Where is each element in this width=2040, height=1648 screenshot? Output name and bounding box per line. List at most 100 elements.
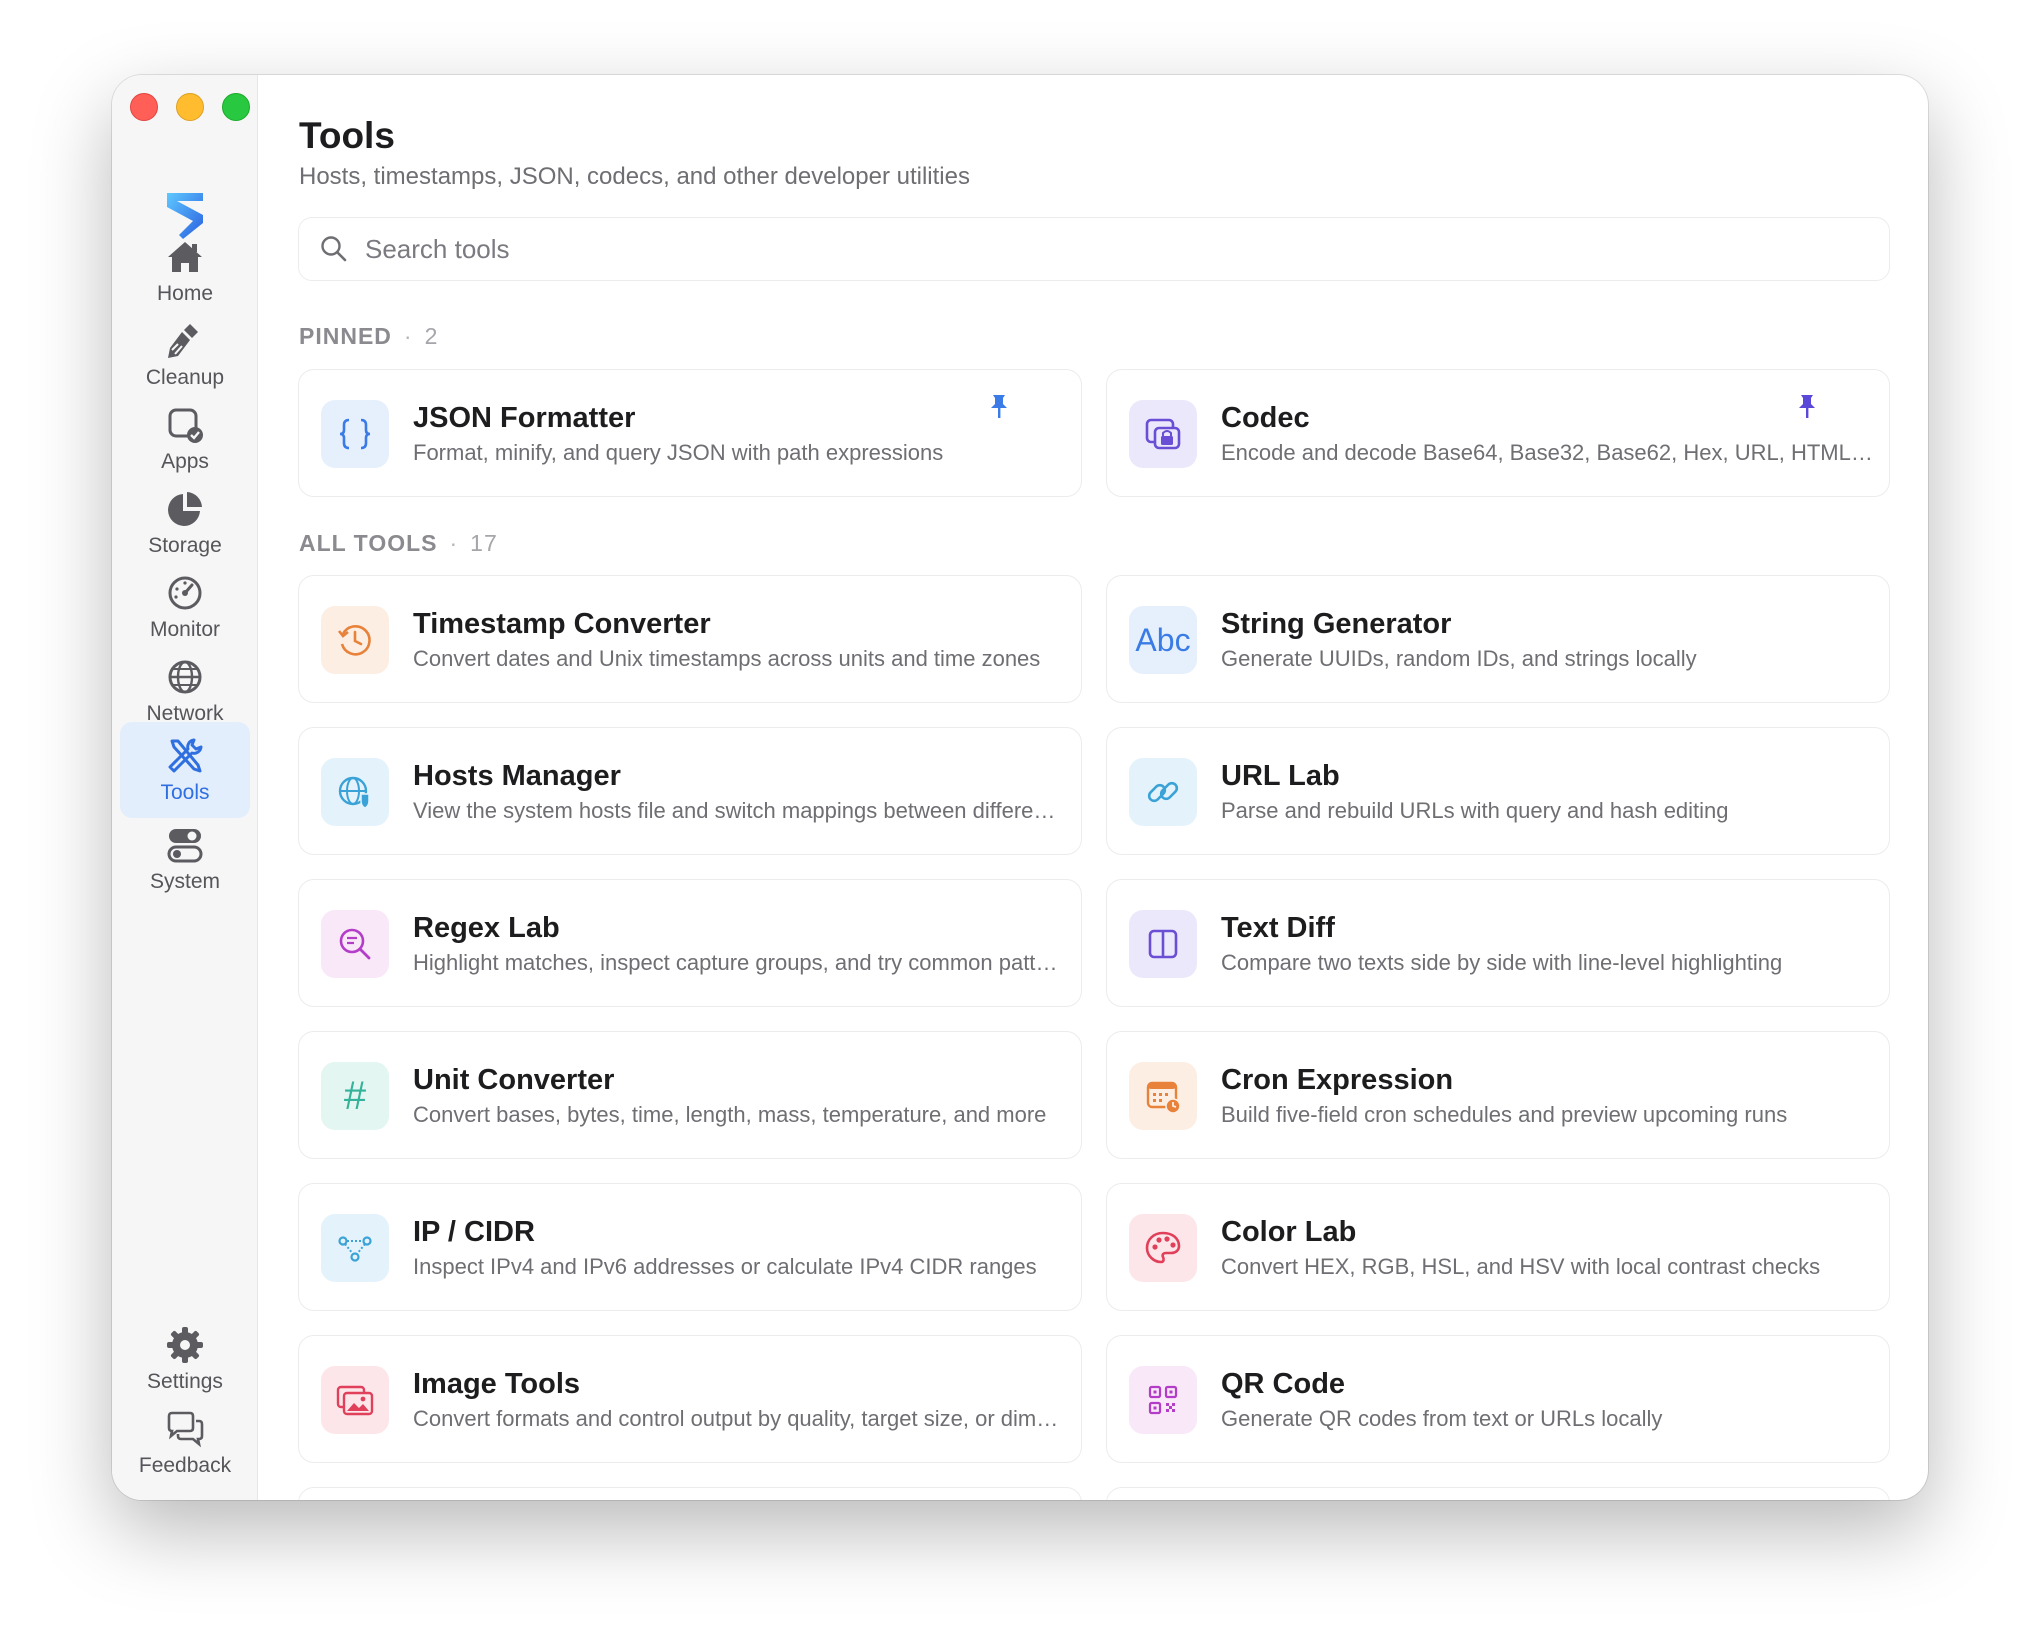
tool-card-qr-code[interactable]: QR Code Generate QR codes from text or U… (1106, 1335, 1890, 1463)
tool-card-string-generator[interactable]: Abc String Generator Generate UUIDs, ran… (1106, 575, 1890, 703)
pin-icon[interactable] (987, 392, 1011, 420)
sidebar-item-settings[interactable]: Settings (120, 1311, 250, 1407)
hash-icon: # (343, 1073, 367, 1118)
sidebar-item-storage[interactable]: Storage (120, 475, 250, 571)
app-window: Home Cleanup Apps Storage Monitor Networ… (112, 75, 1928, 1500)
tool-description: Convert bases, bytes, time, length, mass… (413, 1102, 1047, 1127)
codec-lock-icon (1145, 418, 1181, 450)
sidebar-item-label: Feedback (138, 1454, 232, 1477)
tool-card-image-tools[interactable]: Image Tools Convert formats and control … (298, 1335, 1082, 1463)
tool-description: Convert formats and control output by qu… (413, 1406, 1065, 1431)
section-label: ALL TOOLS (299, 530, 438, 556)
pin-icon[interactable] (1795, 392, 1819, 420)
tool-description: Inspect IPv4 and IPv6 addresses or calcu… (413, 1254, 1037, 1279)
page-subtitle: Hosts, timestamps, JSON, codecs, and oth… (299, 163, 970, 190)
tool-card-hosts-manager[interactable]: Hosts Manager View the system hosts file… (298, 727, 1082, 855)
apps-icon (168, 408, 203, 443)
sidebar-item-label: System (149, 870, 220, 893)
tool-card-partial[interactable] (298, 1487, 1082, 1500)
tool-description: Convert HEX, RGB, HSL, and HSV with loca… (1221, 1254, 1821, 1279)
tool-card-codec[interactable]: Codec Encode and decode Base64, Base32, … (1106, 369, 1890, 497)
split-columns-icon (1148, 929, 1178, 959)
page-title: Tools (299, 115, 395, 156)
section-count: 2 (424, 323, 439, 349)
sidebar-item-monitor[interactable]: Monitor (120, 559, 250, 655)
sidebar: Home Cleanup Apps Storage Monitor Networ… (112, 75, 258, 1500)
sidebar-item-tools[interactable]: Tools (120, 722, 250, 818)
tool-title: Timestamp Converter (413, 608, 711, 640)
tool-description: Format, minify, and query JSON with path… (413, 440, 944, 465)
toggles-icon (167, 829, 203, 863)
sidebar-item-label: Apps (161, 450, 209, 473)
search-icon (321, 236, 347, 262)
tool-card-timestamp-converter[interactable]: Timestamp Converter Convert dates and Un… (298, 575, 1082, 703)
tool-card-unit-converter[interactable]: # Unit Converter Convert bases, bytes, t… (298, 1031, 1082, 1159)
tool-card-json-formatter[interactable]: JSON Formatter Format, minify, and query… (298, 369, 1082, 497)
tool-description: Compare two texts side by side with line… (1221, 950, 1783, 975)
tool-card-ip-cidr[interactable]: IP / CIDR Inspect IPv4 and IPv6 addresse… (298, 1183, 1082, 1311)
sidebar-item-feedback[interactable]: Feedback (120, 1395, 250, 1491)
tool-title: QR Code (1221, 1368, 1346, 1400)
tool-title: Image Tools (413, 1368, 581, 1400)
gear-icon (167, 1327, 203, 1363)
sidebar-item-system[interactable]: System (120, 811, 250, 907)
tool-description: Encode and decode Base64, Base32, Base62… (1221, 440, 1873, 465)
main-content: Tools Hosts, timestamps, JSON, codecs, a… (258, 75, 1928, 1500)
search-bar[interactable] (298, 217, 1890, 281)
clock-history-icon (337, 625, 371, 656)
home-icon (168, 242, 202, 272)
pie-chart-icon (168, 492, 202, 526)
tool-description: Build five-field cron schedules and prev… (1221, 1102, 1788, 1127)
tool-description: Highlight matches, inspect capture group… (413, 950, 1065, 975)
tool-description: View the system hosts file and switch ma… (413, 798, 1065, 823)
tool-title: Cron Expression (1221, 1064, 1454, 1096)
separator-dot: · (449, 530, 459, 556)
tool-card-url-lab[interactable]: URL Lab Parse and rebuild URLs with quer… (1106, 727, 1890, 855)
tool-title: Text Diff (1221, 912, 1335, 944)
separator-dot: · (403, 323, 413, 349)
tool-title: IP / CIDR (413, 1216, 535, 1248)
tool-title: String Generator (1221, 608, 1452, 640)
tools-icon (168, 738, 203, 773)
tool-card-text-diff[interactable]: Text Diff Compare two texts side by side… (1106, 879, 1890, 1007)
tool-description: Generate QR codes from text or URLs loca… (1221, 1406, 1663, 1431)
zoom-window-button[interactable] (222, 93, 250, 121)
abc-icon: Abc (1135, 621, 1191, 658)
window-controls (130, 93, 250, 121)
palette-icon (1145, 1231, 1181, 1264)
tool-title: Codec (1221, 402, 1310, 434)
search-input[interactable] (365, 233, 1765, 265)
tool-card-color-lab[interactable]: Color Lab Convert HEX, RGB, HSL, and HSV… (1106, 1183, 1890, 1311)
close-window-button[interactable] (130, 93, 158, 121)
tool-title: Regex Lab (413, 912, 560, 944)
tool-description: Convert dates and Unix timestamps across… (413, 646, 1041, 671)
tool-card-regex-lab[interactable]: Regex Lab Highlight matches, inspect cap… (298, 879, 1082, 1007)
sidebar-item-label: Tools (160, 781, 210, 804)
tool-title: URL Lab (1221, 760, 1340, 792)
tool-description: Generate UUIDs, random IDs, and strings … (1221, 646, 1697, 671)
tool-description: Parse and rebuild URLs with query and ha… (1221, 798, 1729, 823)
tool-title: Hosts Manager (413, 760, 621, 792)
sidebar-item-cleanup[interactable]: Cleanup (120, 307, 250, 403)
sidebar-item-label: Settings (147, 1370, 223, 1393)
sidebar-item-apps[interactable]: Apps (120, 391, 250, 487)
braces-icon (339, 418, 371, 450)
sidebar-item-label: Cleanup (145, 366, 225, 389)
section-header-pinned: PINNED · 2 (299, 323, 438, 350)
network-nodes-icon (338, 1236, 372, 1262)
section-header-all-tools: ALL TOOLS · 17 (299, 530, 498, 557)
sidebar-item-home[interactable]: Home (120, 223, 250, 319)
globe-icon (168, 660, 202, 694)
tool-card-cron-expression[interactable]: Cron Expression Build five-field cron sc… (1106, 1031, 1890, 1159)
section-count: 17 (470, 530, 498, 556)
tool-title: Color Lab (1221, 1216, 1357, 1248)
sidebar-item-label: Monitor (149, 618, 221, 641)
link-icon (1147, 781, 1179, 803)
minimize-window-button[interactable] (176, 93, 204, 121)
tool-card-partial[interactable] (1106, 1487, 1890, 1500)
broom-icon (168, 324, 198, 358)
search-text-icon (339, 928, 371, 960)
tool-title: Unit Converter (413, 1064, 615, 1096)
calendar-clock-icon (1146, 1081, 1181, 1114)
qr-code-icon (1148, 1385, 1178, 1415)
